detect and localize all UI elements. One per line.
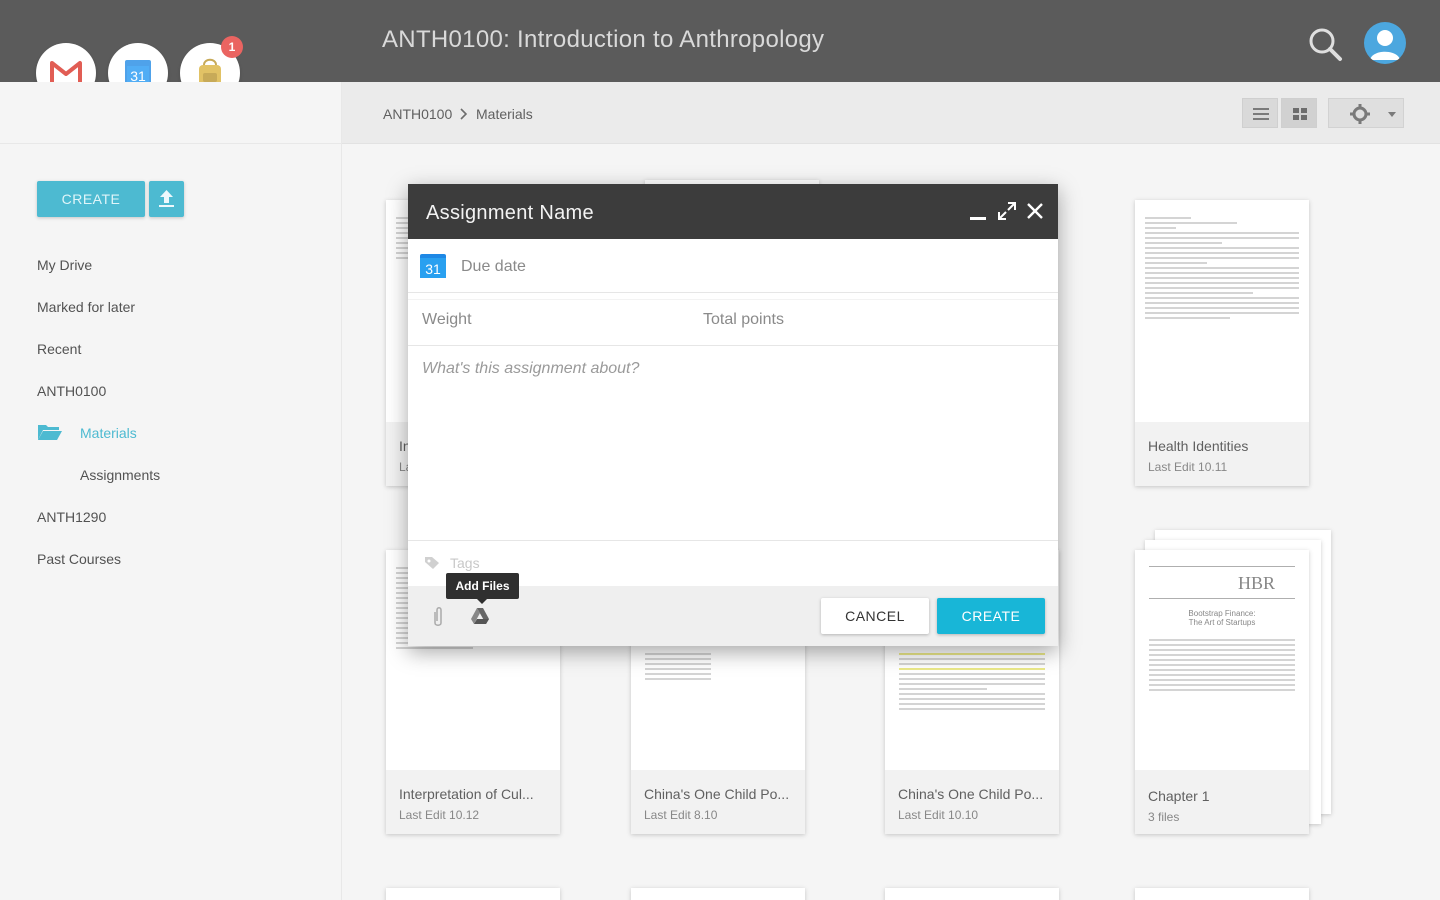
close-button[interactable] xyxy=(1024,200,1046,222)
google-drive-icon xyxy=(471,608,489,624)
tag-icon xyxy=(425,557,439,569)
drive-button[interactable] xyxy=(470,607,490,625)
close-icon xyxy=(1027,203,1043,219)
expand-icon xyxy=(998,202,1016,220)
divider xyxy=(408,540,1058,541)
assignment-dialog: Assignment Name 31 Due date Weight Total… xyxy=(408,184,1058,646)
dialog-header: Assignment Name xyxy=(408,184,1058,239)
paperclip-icon xyxy=(434,607,442,626)
svg-text:31: 31 xyxy=(425,261,441,277)
add-files-tooltip: Add Files xyxy=(446,573,519,604)
total-points-field[interactable]: Total points xyxy=(703,311,784,329)
description-field[interactable]: What's this assignment about? xyxy=(422,360,639,378)
attach-button[interactable] xyxy=(430,606,446,628)
calendar-icon: 31 xyxy=(420,254,446,278)
due-date-field[interactable]: Due date xyxy=(461,258,526,276)
dialog-title[interactable]: Assignment Name xyxy=(426,202,594,225)
divider xyxy=(408,345,1058,346)
minimize-button[interactable] xyxy=(967,200,989,222)
divider xyxy=(408,292,1058,293)
expand-button[interactable] xyxy=(996,200,1018,222)
divider xyxy=(408,299,1058,300)
weight-field[interactable]: Weight xyxy=(422,311,472,329)
minimize-icon xyxy=(970,217,986,220)
cancel-button[interactable]: CANCEL xyxy=(821,598,929,634)
tags-field[interactable]: Tags xyxy=(450,555,480,571)
create-assignment-button[interactable]: CREATE xyxy=(937,598,1045,634)
